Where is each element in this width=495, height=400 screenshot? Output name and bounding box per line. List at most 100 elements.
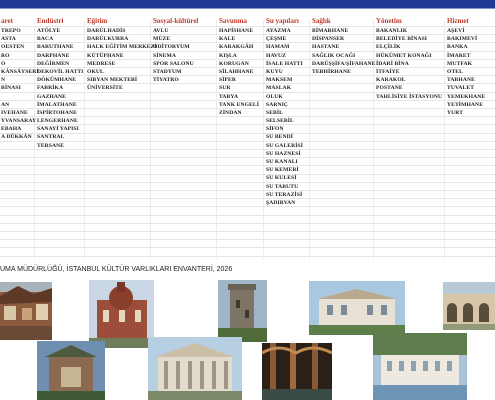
table-cell: YETİMHANE (447, 101, 484, 108)
table-cell: BAKIMEVİ (447, 36, 478, 43)
grid-column-line (263, 20, 264, 260)
table-cell: İSPİRTOHANE (37, 109, 77, 116)
table-cell: BACA (37, 36, 54, 43)
table-cell: SARNIÇ (266, 101, 289, 108)
table-cell: BARUTHANE (37, 44, 74, 51)
column-header: Yönetim (376, 17, 402, 25)
table-cell: TUVALET (447, 85, 475, 92)
grid-row-line (0, 222, 495, 224)
grid-row-line (0, 239, 495, 241)
table-cell: MUTFAK (447, 60, 473, 67)
museum-facade-photo (148, 337, 242, 400)
table-cell: YURT (447, 109, 464, 116)
grid-row-line (0, 247, 495, 249)
grid-column-line (216, 20, 217, 260)
table-cell: MAKSEM (266, 77, 293, 84)
table-cell: HAVUZ (266, 52, 286, 59)
table-cell: ŞADIRVAN (266, 199, 296, 206)
category-column: Sağlık BİMARHANE DİSPANSER HASTANE SAĞLIK OC… (312, 16, 375, 76)
table-cell: SU GALERİSİ (266, 142, 304, 149)
table-cell: ODİTORYUM (153, 44, 190, 51)
table-cell: SU HAZNESİ (266, 150, 301, 157)
table-cell: SİFON (266, 126, 284, 133)
table-cell: İSALE HATTI (266, 60, 303, 67)
table-cell: SUR (219, 85, 231, 92)
grid-row-line (0, 157, 495, 159)
palace-pavilion-photo (373, 333, 467, 400)
table-cell: OESTEN (1, 44, 25, 51)
table-cell: SU KULESİ (266, 175, 297, 182)
table-cell: DARÜLKURRA (87, 36, 129, 43)
table-cell: YVANSARAY (1, 118, 37, 125)
grid-column-line (84, 20, 85, 260)
table-cell: HAPİSHANE (219, 28, 254, 34)
table-cell: ÇEŞME (266, 36, 287, 43)
grid-row-line (0, 214, 495, 216)
table-cell: A DÜKKÂN (1, 134, 32, 141)
table-cell: DEĞİRMEN (37, 60, 70, 67)
table-cell: AYAZMA (266, 28, 291, 34)
table-cell: TABHANE (447, 77, 475, 84)
table-cell: IVEHANE (1, 109, 28, 116)
table-cell: YEMEKHANE (447, 93, 486, 100)
column-header: Endüstri (37, 17, 64, 25)
table-cell: MEDRESE (87, 60, 116, 67)
table-cell: SEBİL (266, 109, 283, 116)
grid-row-line (0, 198, 495, 200)
table-cell: SANTRAL (37, 134, 65, 141)
table-cell: OLUK (266, 93, 283, 100)
table-cell: SİPER (219, 77, 236, 84)
table-cell: AVLU (153, 28, 169, 34)
table-cell: TANK ENGELİ (219, 101, 260, 108)
category-column: aret TREPO ASTA OESTEN RO O KÂNSÂYSERİ N BİNASI A… (1, 16, 39, 142)
table-cell: FABRİKA (37, 85, 64, 92)
table-cell: BANKA (447, 44, 468, 51)
table-cell: DARÜŞŞİFA/ŞİFAHANE (312, 60, 376, 67)
table-cell: SPOR SALONU (153, 60, 194, 67)
table-cell: LENGERHANE (37, 118, 78, 125)
table-cell: SAĞLIK OCAĞI (312, 52, 356, 59)
grid-row-line (0, 173, 495, 175)
table-cell: SU TABUTU (266, 183, 299, 190)
grid-column-line (444, 20, 445, 260)
table-cell: SELSEBİL (266, 118, 294, 125)
table-cell: SU KANALI (266, 159, 298, 165)
table-cell: KÜTÜPHANE (87, 52, 124, 59)
table-cell: RO (1, 52, 10, 59)
table-cell: MÜZE (153, 36, 171, 43)
table-cell: İDARİ BİNA (376, 60, 409, 67)
table-cell: KALE (219, 36, 236, 43)
table-cell: İMARET (447, 52, 471, 59)
table-cell: N (1, 77, 6, 84)
grid-column-line (309, 20, 310, 260)
table-cell: TEBHİRHANE (312, 68, 351, 75)
table-cell: DEKOVİL HATTI (37, 68, 84, 75)
cistern-interior-photo (262, 343, 332, 400)
table-cell: TİYATRO (153, 77, 179, 84)
table-cell: KUYU (266, 68, 283, 75)
table-cell: KORUGAN (219, 60, 249, 67)
table-cell: KARAKGÂH (219, 44, 254, 51)
table-cell: ZİNDAN (219, 109, 242, 116)
category-column: Endüstri ATÖLYE BACA BARUTHANE DARPHANE DEĞİR… (37, 16, 83, 150)
table-cell: TREPO (1, 28, 21, 34)
table-cell: AŞEVİ (447, 28, 465, 34)
table-cell: SU KEMERİ (266, 167, 299, 174)
table-cell: KÂNSÂYSERİ (1, 68, 39, 75)
column-header: aret (1, 17, 13, 25)
inventory-table: aret TREPO ASTA OESTEN RO O KÂNSÂYSERİ N BİNASI A… (0, 10, 495, 262)
table-cell: GAZHANE (37, 93, 66, 100)
column-header: Sağlık (312, 17, 331, 25)
table-cell: AN (1, 101, 10, 108)
table-cell: BİMARHANE (312, 28, 349, 34)
table-cell: SU TERAZİSİ (266, 191, 303, 198)
table-cell: OKUL (87, 68, 104, 75)
table-cell: SANAYİ YAPISI (37, 126, 79, 133)
grid-row-line (0, 206, 495, 208)
table-cell: ÜNİVERSİTE (87, 85, 123, 92)
table-cell: SİNEMA (153, 52, 176, 59)
table-cell: HAMAM (266, 44, 290, 51)
table-cell: ASTA (1, 36, 16, 43)
table-cell: MASLAK (266, 85, 292, 92)
table-cell: POSTANE (376, 85, 403, 92)
